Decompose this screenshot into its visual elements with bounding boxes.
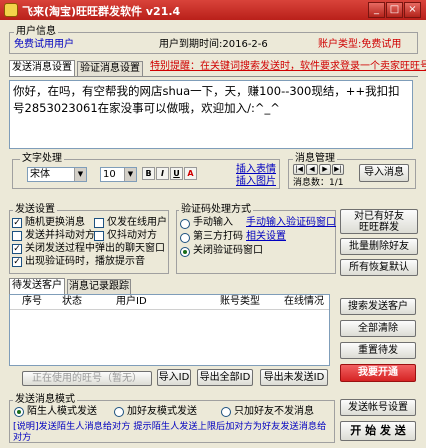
- import-msg-button[interactable]: 导入消息: [359, 164, 409, 182]
- table-header-divider: [10, 309, 329, 310]
- title-bar[interactable]: 飞来(淘宝)旺旺群发软件 v21.4 _ □ ×: [0, 0, 426, 20]
- prev-page-button[interactable]: ◀: [306, 164, 318, 175]
- batch-delete-button[interactable]: 批量删除好友: [340, 238, 418, 255]
- only-online-label: 仅发在线用户: [107, 217, 167, 228]
- col-header-seq: 序号: [22, 296, 42, 307]
- import-id-button[interactable]: 导入ID: [157, 369, 191, 386]
- account-type: 账户类型:免费试用: [318, 39, 402, 50]
- underline-icon[interactable]: U: [170, 167, 183, 180]
- captcha-sound-checkbox[interactable]: ✓: [12, 257, 22, 267]
- col-header-status: 状态: [62, 296, 82, 307]
- captcha-close-radio[interactable]: [180, 247, 190, 257]
- export-all-button[interactable]: 导出全部ID: [197, 369, 253, 386]
- send-mode-note: [说明]发送陌生人消息给对方 提示陌生人发送上限后加对方为好友发送消息给对方: [13, 421, 327, 443]
- tab-verify-settings[interactable]: 验证消息设置: [77, 61, 143, 77]
- chevron-down-icon: ▼: [124, 168, 136, 181]
- tab-send-settings[interactable]: 发送消息设置: [9, 60, 75, 77]
- group-friends-button[interactable]: 对已有好友 旺旺群发: [340, 209, 418, 234]
- captcha-legend: 验证码处理方式: [179, 204, 253, 215]
- msg-mgmt-legend: 消息管理: [293, 153, 337, 164]
- customer-table[interactable]: 序号 状态 用户ID 账号类型 在线情况: [9, 294, 330, 366]
- msg-page-count: 消息数：1/1: [293, 178, 344, 188]
- message-editor[interactable]: 你好，在吗，有空帮我的网店shua一下，天，赚100--300现结，++我扣扣号…: [9, 80, 413, 149]
- restore-default-button[interactable]: 所有恢复默认: [340, 259, 418, 276]
- friend-only-radio[interactable]: [221, 407, 231, 417]
- maximize-button[interactable]: □: [386, 2, 403, 18]
- only-shake-checkbox[interactable]: [94, 231, 104, 241]
- tab-msg-records[interactable]: 消息记录跟踪: [67, 279, 131, 295]
- random-msg-checkbox[interactable]: ✓: [12, 218, 22, 228]
- font-select[interactable]: 宋体 ▼: [27, 167, 87, 182]
- captcha-close-label: 关闭验证码窗口: [193, 245, 263, 256]
- italic-icon[interactable]: I: [156, 167, 169, 180]
- chevron-down-icon: ▼: [74, 168, 86, 181]
- insert-image-link[interactable]: 插入图片: [236, 176, 276, 188]
- size-select[interactable]: 10 ▼: [100, 167, 137, 182]
- app-icon: [4, 3, 18, 17]
- size-value: 10: [103, 169, 116, 180]
- col-header-userid: 用户ID: [116, 296, 147, 307]
- user-info-legend: 用户信息: [14, 26, 58, 37]
- next-page-button[interactable]: ▶: [319, 164, 331, 175]
- last-page-button[interactable]: ▶|: [332, 164, 344, 175]
- current-id-display: 正在使用的旺号（暂无）: [22, 371, 152, 386]
- captcha-third-link[interactable]: 相关设置: [246, 231, 286, 243]
- user-name: 免费试用用户: [14, 39, 74, 50]
- window-title: 飞来(淘宝)旺旺群发软件 v21.4: [22, 5, 181, 18]
- captcha-third-label: 第三方打码: [193, 231, 243, 242]
- captcha-third-radio[interactable]: [180, 233, 190, 243]
- stranger-mode-label: 陌生人模式发送: [27, 406, 97, 417]
- start-send-button[interactable]: 开 始 发 送: [340, 421, 416, 441]
- search-customers-button[interactable]: 搜索发送客户: [340, 298, 416, 315]
- close-popup-label: 关闭发送过程中弹出的聊天窗口: [25, 243, 165, 254]
- send-shake-label: 发送并抖动对方: [25, 230, 95, 241]
- font-color-icon[interactable]: A: [184, 167, 197, 180]
- close-popup-checkbox[interactable]: ✓: [12, 244, 22, 254]
- random-msg-label: 随机更换消息: [25, 217, 85, 228]
- upgrade-button[interactable]: 我要开通: [340, 364, 416, 382]
- font-value: 宋体: [30, 169, 50, 180]
- text-proc-legend: 文字处理: [20, 153, 64, 164]
- clear-all-button[interactable]: 全部清除: [340, 320, 416, 337]
- tab-pending-customers[interactable]: 待发送客户: [9, 278, 65, 295]
- notice-link[interactable]: 特别提醒：在关键词搜索发送时，软件要求登录一个卖家旺旺号: [150, 61, 426, 73]
- send-settings-legend: 发送设置: [13, 204, 57, 215]
- send-shake-checkbox[interactable]: [12, 231, 22, 241]
- bold-icon[interactable]: B: [142, 167, 155, 180]
- stranger-mode-radio[interactable]: [14, 407, 24, 417]
- only-online-checkbox[interactable]: [94, 218, 104, 228]
- send-mode-legend: 发送消息模式: [13, 394, 77, 405]
- friend-mode-label: 加好友模式发送: [127, 406, 197, 417]
- only-shake-label: 仅抖动对方: [107, 230, 157, 241]
- captcha-manual-radio[interactable]: [180, 219, 190, 229]
- reset-pending-button[interactable]: 重置待发: [340, 342, 416, 359]
- message-text[interactable]: 你好，在吗，有空帮我的网店shua一下，天，赚100--300现结，++我扣扣号…: [13, 83, 407, 117]
- expiry-date: 用户到期时间:2016-2-6: [159, 39, 268, 50]
- friend-mode-radio[interactable]: [114, 407, 124, 417]
- col-header-online: 在线情况: [284, 296, 324, 307]
- close-button[interactable]: ×: [404, 2, 421, 18]
- insert-emoji-link[interactable]: 插入表情: [236, 164, 276, 176]
- captcha-sound-label: 出现验证码时，播放提示音: [25, 256, 145, 267]
- captcha-manual-label: 手动输入: [193, 217, 233, 228]
- tab-divider: [9, 76, 418, 77]
- col-header-account: 账号类型: [220, 296, 260, 307]
- account-settings-button[interactable]: 发送帐号设置: [340, 399, 416, 416]
- minimize-button[interactable]: _: [368, 2, 385, 18]
- export-unsent-button[interactable]: 导出未发送ID: [260, 369, 328, 386]
- first-page-button[interactable]: |◀: [293, 164, 305, 175]
- captcha-manual-link[interactable]: 手动输入验证码窗口: [246, 217, 336, 229]
- friend-only-label: 只加好友不发消息: [234, 406, 314, 417]
